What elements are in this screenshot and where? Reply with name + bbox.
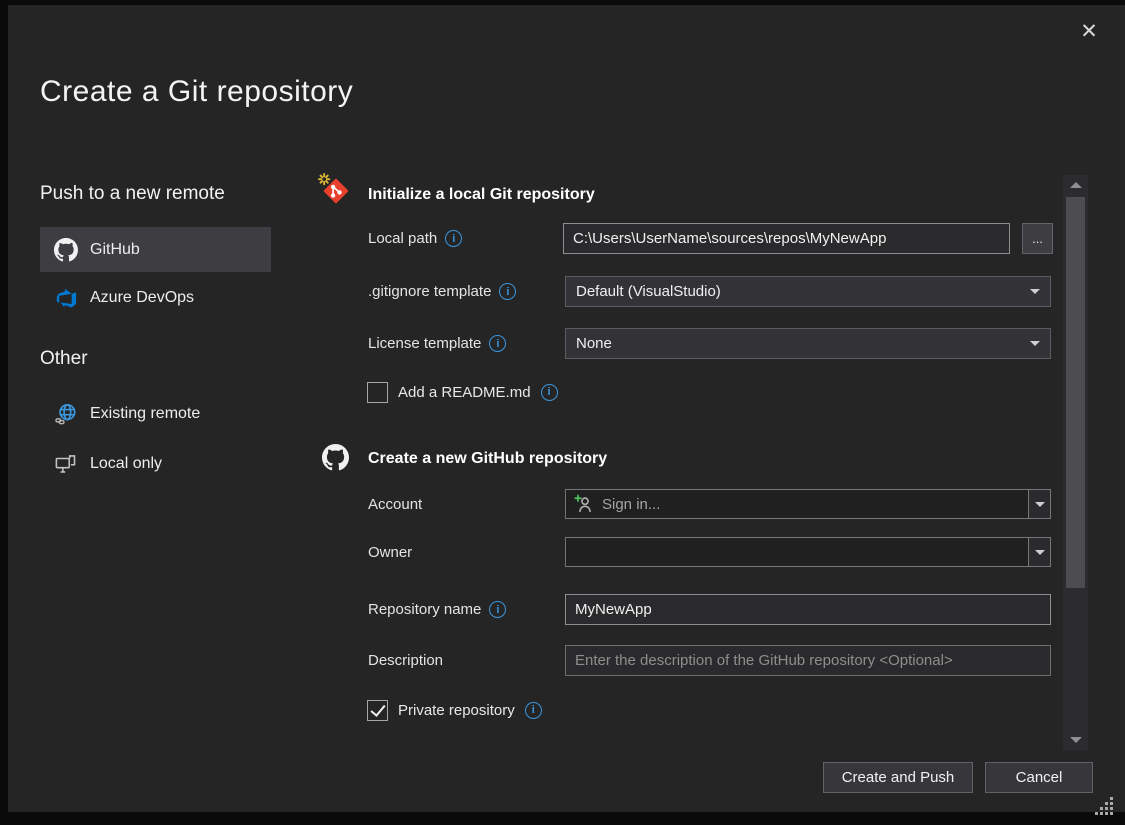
dropdown-button[interactable] xyxy=(1028,490,1050,518)
label-text: .gitignore template xyxy=(368,283,491,300)
azure-devops-icon xyxy=(54,287,78,309)
add-user-icon xyxy=(574,494,594,514)
vertical-scrollbar[interactable] xyxy=(1063,175,1088,750)
license-dropdown[interactable]: None xyxy=(565,328,1051,359)
chevron-down-icon xyxy=(1030,289,1040,294)
other-heading: Other xyxy=(40,348,88,370)
repository-name-label: Repository name xyxy=(368,594,506,625)
info-icon[interactable] xyxy=(525,702,542,719)
dropdown-value: None xyxy=(576,335,1030,352)
gitignore-dropdown[interactable]: Default (VisualStudio) xyxy=(565,276,1051,307)
private-repository-row: Private repository xyxy=(367,697,542,723)
dialog-title: Create a Git repository xyxy=(40,75,353,109)
description-label: Description xyxy=(368,645,443,676)
description-input[interactable] xyxy=(565,645,1051,676)
chevron-down-icon xyxy=(1030,341,1040,346)
private-repository-label: Private repository xyxy=(398,702,515,719)
sidebar-item-label: Azure DevOps xyxy=(90,289,194,307)
info-icon[interactable] xyxy=(499,283,516,300)
owner-combobox[interactable] xyxy=(565,537,1051,567)
sidebar-item-azure-devops[interactable]: Azure DevOps xyxy=(40,277,271,319)
private-repository-checkbox[interactable] xyxy=(367,700,388,721)
label-text: Account xyxy=(368,496,422,513)
sidebar-item-existing-remote[interactable]: Existing remote xyxy=(40,395,271,433)
sidebar-item-label: GitHub xyxy=(90,241,140,259)
github-icon xyxy=(54,238,78,262)
label-text: License template xyxy=(368,335,481,352)
owner-label: Owner xyxy=(368,537,412,567)
computer-icon xyxy=(54,453,78,475)
create-and-push-button[interactable]: Create and Push xyxy=(823,762,973,793)
github-icon xyxy=(322,444,349,471)
init-section-title: Initialize a local Git repository xyxy=(368,186,595,204)
chevron-down-icon xyxy=(1035,550,1045,555)
account-label: Account xyxy=(368,489,422,519)
label-text: Repository name xyxy=(368,601,481,618)
browse-button[interactable]: ... xyxy=(1022,223,1053,254)
local-path-input[interactable] xyxy=(563,223,1010,254)
repository-name-input[interactable] xyxy=(565,594,1051,625)
local-path-label: Local path xyxy=(368,223,462,254)
close-button[interactable]: ✕ xyxy=(1072,15,1106,49)
account-combobox[interactable]: Sign in... xyxy=(565,489,1051,519)
sidebar-item-label: Local only xyxy=(90,455,162,473)
info-icon[interactable] xyxy=(445,230,462,247)
info-icon[interactable] xyxy=(489,335,506,352)
readme-label: Add a README.md xyxy=(398,384,531,401)
license-label: License template xyxy=(368,328,506,359)
account-combobox-body: Sign in... xyxy=(566,490,1028,518)
scrollbar-thumb[interactable] xyxy=(1066,197,1085,588)
info-icon[interactable] xyxy=(541,384,558,401)
sidebar-item-local-only[interactable]: Local only xyxy=(40,445,271,483)
chevron-down-icon xyxy=(1035,502,1045,507)
git-new-repo-icon xyxy=(318,173,352,207)
dropdown-value: Default (VisualStudio) xyxy=(576,283,1030,300)
owner-combobox-body xyxy=(566,538,1028,566)
label-text: Owner xyxy=(368,544,412,561)
globe-link-icon xyxy=(54,403,78,425)
scroll-down-icon[interactable] xyxy=(1063,732,1088,748)
readme-row: Add a README.md xyxy=(367,379,558,405)
account-placeholder: Sign in... xyxy=(602,496,660,513)
sidebar-item-github[interactable]: GitHub xyxy=(40,227,271,272)
dropdown-button[interactable] xyxy=(1028,538,1050,566)
info-icon[interactable] xyxy=(489,601,506,618)
github-section-title: Create a new GitHub repository xyxy=(368,450,607,468)
label-text: Local path xyxy=(368,230,437,247)
readme-checkbox[interactable] xyxy=(367,382,388,403)
create-git-repository-dialog: ✕ Create a Git repository Push to a new … xyxy=(8,5,1125,812)
gitignore-label: .gitignore template xyxy=(368,276,516,307)
scroll-up-icon[interactable] xyxy=(1063,177,1088,193)
resize-grip-icon[interactable] xyxy=(1095,797,1114,821)
cancel-button[interactable]: Cancel xyxy=(985,762,1093,793)
push-remote-heading: Push to a new remote xyxy=(40,183,225,205)
label-text: Description xyxy=(368,652,443,669)
sidebar-item-label: Existing remote xyxy=(90,405,200,423)
